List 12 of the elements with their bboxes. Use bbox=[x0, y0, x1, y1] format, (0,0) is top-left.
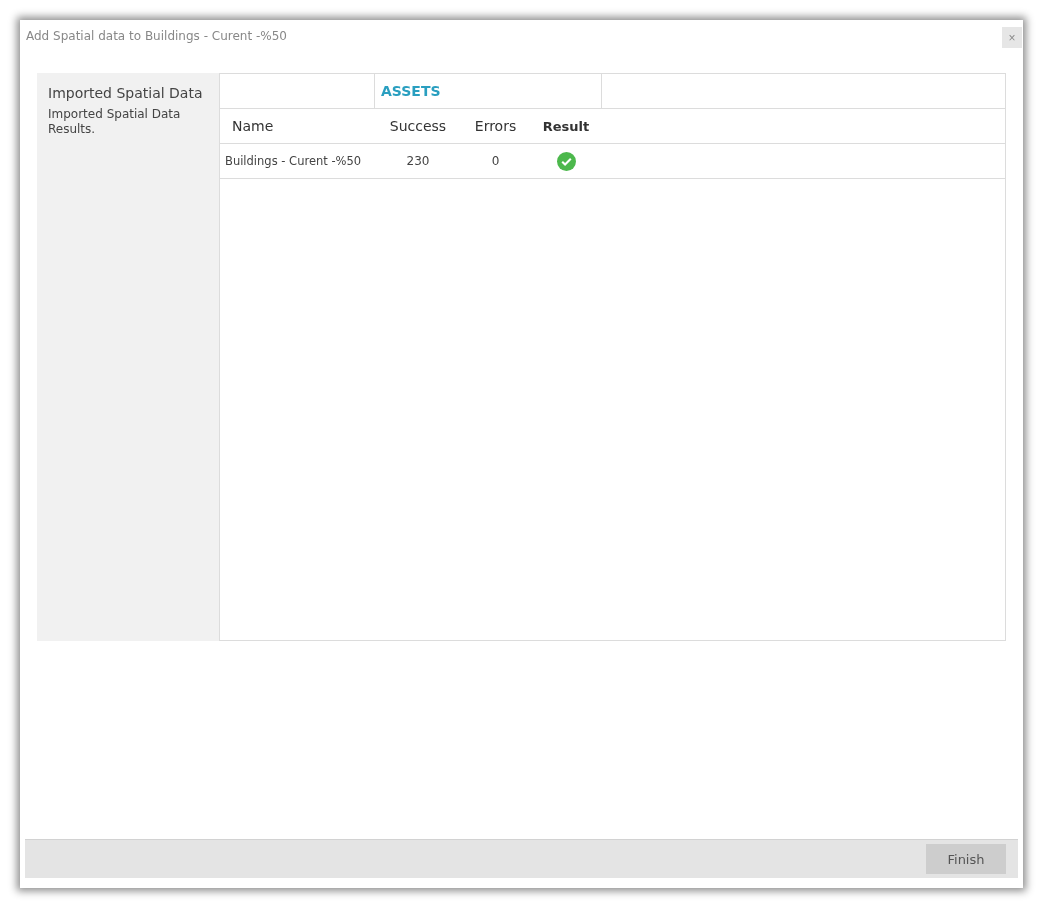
table-cell-text: 0 bbox=[490, 154, 501, 168]
sidebar-description: Imported Spatial Data Results. bbox=[48, 107, 182, 137]
close-button[interactable]: × bbox=[1002, 27, 1022, 48]
column-header: Result bbox=[541, 118, 591, 134]
table-cell-text: Buildings - Curent -%50 bbox=[224, 154, 363, 168]
column-header: Success bbox=[388, 118, 448, 134]
table-cell-text: 230 bbox=[405, 154, 431, 168]
column-header: Name bbox=[231, 118, 275, 134]
finish-button[interactable]: Finish bbox=[926, 844, 1006, 874]
column-header: Errors bbox=[473, 118, 518, 134]
window-title: Add Spatial data to Buildings - Curent -%50 bbox=[26, 29, 287, 43]
sidebar-title: Imported Spatial Data bbox=[48, 85, 204, 101]
